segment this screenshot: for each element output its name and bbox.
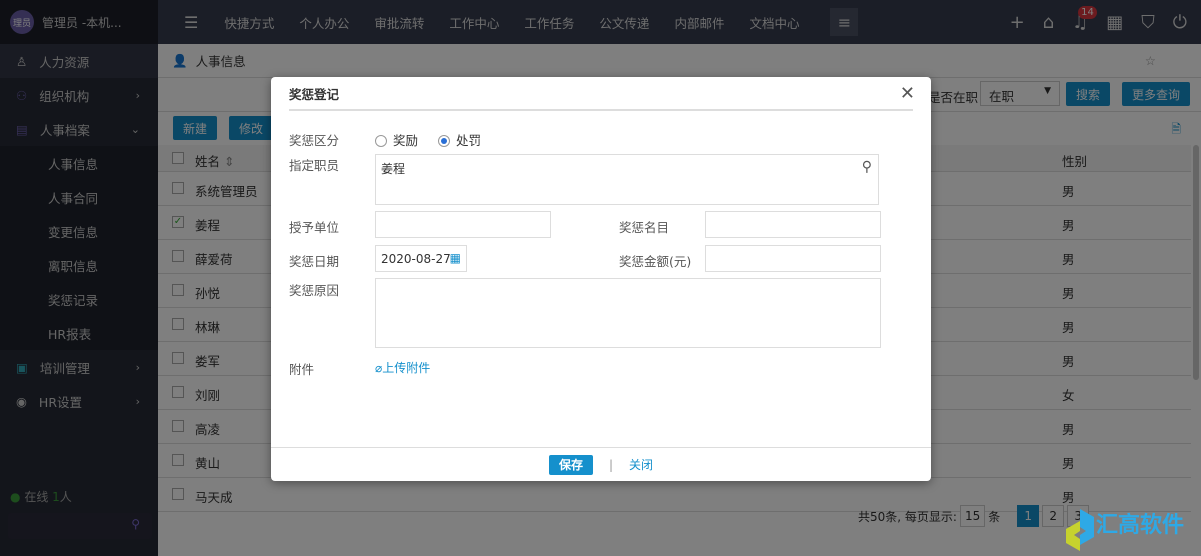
type-label: 奖惩区分 — [289, 133, 340, 148]
calendar-icon[interactable]: ▦ — [450, 251, 461, 265]
employee-field[interactable]: 姜程 ⚲ — [375, 154, 879, 205]
radio-selected-icon[interactable] — [438, 135, 450, 147]
save-button[interactable]: 保存 — [548, 454, 593, 475]
amount-input[interactable] — [705, 245, 881, 272]
radio-punish-label: 处罚 — [456, 133, 482, 148]
reward-punish-dialog: 奖惩登记 ✕ 奖惩区分 奖励 处罚 指定职员 姜程 ⚲ 授予单位 奖惩名目 奖惩日… — [271, 77, 931, 481]
upload-label: 上传附件 — [382, 361, 431, 375]
add-person-icon[interactable]: ⚲ — [862, 159, 872, 175]
item-label: 奖惩名目 — [619, 220, 670, 235]
employee-value: 姜程 — [381, 162, 406, 176]
logo-text: 汇高软件 — [1096, 513, 1185, 538]
item-input[interactable] — [705, 211, 881, 238]
dialog-title: 奖惩登记 — [289, 77, 913, 111]
employee-label: 指定职员 — [289, 158, 340, 173]
radio-reward[interactable]: 奖励 — [375, 130, 418, 149]
radio-reward-label: 奖励 — [393, 133, 419, 148]
attach-label: 附件 — [289, 362, 315, 377]
logo-mark-icon — [1066, 509, 1094, 551]
radio-punish[interactable]: 处罚 — [438, 130, 481, 149]
amount-label: 奖惩金额(元) — [619, 254, 692, 269]
date-label: 奖惩日期 — [289, 254, 340, 269]
watermark-logo: 汇高软件 — [1062, 505, 1200, 555]
dialog-footer: 保存 | 关闭 — [271, 447, 931, 481]
unit-label: 授予单位 — [289, 220, 340, 235]
unit-input[interactable] — [375, 211, 551, 238]
date-value: 2020-08-27 — [381, 252, 451, 266]
reason-textarea[interactable] — [375, 278, 881, 348]
close-button[interactable]: 关闭 — [629, 456, 653, 473]
radio-icon[interactable] — [375, 135, 387, 147]
upload-attachment-link[interactable]: ⌀上传附件 — [375, 359, 430, 376]
reason-label: 奖惩原因 — [289, 283, 340, 298]
date-input[interactable]: 2020-08-27 ▦ — [375, 245, 467, 272]
divider: | — [608, 457, 614, 472]
close-icon[interactable]: ✕ — [900, 83, 915, 104]
